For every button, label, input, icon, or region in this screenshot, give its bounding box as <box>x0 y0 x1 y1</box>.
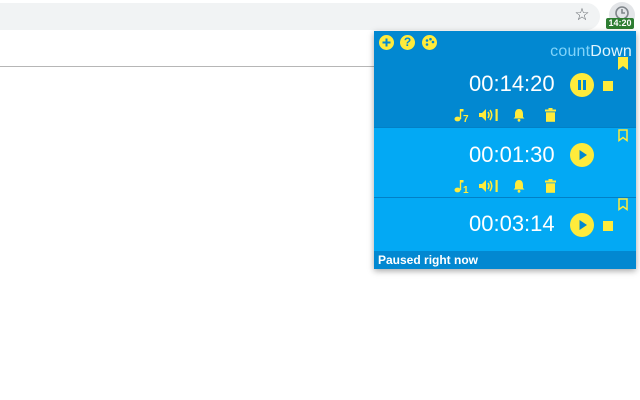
play-button[interactable] <box>570 213 594 237</box>
sound-number: 1 <box>463 185 469 196</box>
trash-icon[interactable] <box>545 108 556 124</box>
timer-time: 00:01:30 <box>469 142 555 167</box>
trash-icon[interactable] <box>545 179 556 195</box>
popup-header: ? countDown <box>374 31 636 60</box>
volume-icon[interactable] <box>479 108 499 124</box>
countdown-popup: ? countDown 00:14:20 7 00:01:30 1 00:03:… <box>374 31 636 269</box>
play-icon <box>579 150 587 160</box>
add-icon[interactable] <box>379 35 394 50</box>
timer-row: 00:01:30 1 <box>374 128 636 197</box>
address-bar[interactable] <box>0 3 600 30</box>
play-button[interactable] <box>570 143 594 167</box>
bell-icon[interactable] <box>513 179 525 195</box>
browser-toolbar: ☆ 14:20 <box>0 0 640 32</box>
help-icon[interactable]: ? <box>400 35 415 50</box>
bookmark-outline-icon[interactable] <box>618 129 628 142</box>
extension-badge: 14:20 <box>606 18 634 29</box>
bookmark-outline-icon[interactable] <box>618 198 628 211</box>
timer-row: 00:03:14 <box>374 198 636 251</box>
bookmark-filled-icon[interactable] <box>618 57 628 70</box>
timer-time: 00:03:14 <box>469 211 555 236</box>
star-outline-icon[interactable]: ☆ <box>572 5 592 25</box>
palette-icon[interactable] <box>422 35 437 50</box>
stop-button[interactable] <box>603 221 613 231</box>
play-icon <box>579 220 587 230</box>
pause-button[interactable] <box>570 73 594 97</box>
volume-icon[interactable] <box>479 179 499 195</box>
timer-time: 00:14:20 <box>469 71 555 96</box>
pause-icon <box>578 80 586 90</box>
timer-row: 00:14:20 7 <box>374 57 636 127</box>
status-bar: Paused right now <box>374 251 636 269</box>
page-divider <box>0 66 375 67</box>
bell-icon[interactable] <box>513 108 525 124</box>
sound-number: 7 <box>463 114 469 125</box>
stop-button[interactable] <box>603 81 613 91</box>
